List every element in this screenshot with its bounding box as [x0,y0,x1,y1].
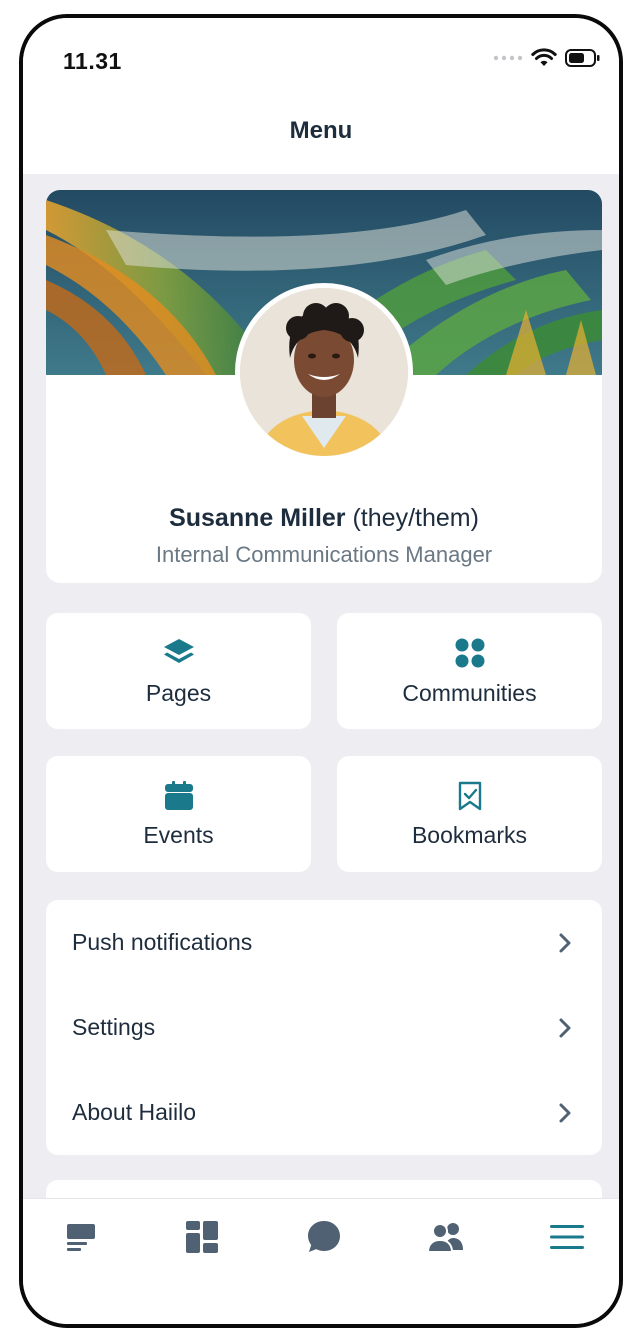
chevron-right-icon [559,933,571,952]
tile-events[interactable]: Events [46,756,311,872]
timeline-icon [67,1224,95,1251]
settings-list: Push notifications Settings About Haiilo [46,900,602,1155]
tab-chat[interactable] [294,1215,354,1259]
tile-pages-label: Pages [145,679,212,706]
battery-icon [565,49,600,67]
tile-communities[interactable]: Communities [337,613,602,729]
tile-pages[interactable]: Pages [46,613,311,729]
bottom-tab-bar [23,1198,619,1324]
chat-icon [308,1221,340,1252]
tile-bookmarks-label: Bookmarks [411,821,528,848]
avatar [235,283,413,461]
tile-communities-label: Communities [402,679,537,706]
profile-pronouns: (they/them) [352,504,479,532]
wifi-icon [531,48,557,66]
bookmark-check-icon [458,781,481,810]
menu-item-label: About Haiilo [72,1099,197,1125]
menu-item-label: Push notifications [72,929,253,955]
pages-grid-icon [186,1221,218,1253]
status-bar: 11.31 [23,18,619,108]
layers-icon [163,638,194,663]
colleagues-icon [427,1223,463,1253]
avatar-portrait [240,288,408,456]
profile-card[interactable]: Susanne Miller (they/them) Internal Comm… [46,190,602,583]
profile-name: Susanne Miller (they/them) [46,504,602,533]
tile-bookmarks[interactable]: Bookmarks [337,756,602,872]
tab-pages[interactable] [172,1215,232,1259]
menu-item-label: Settings [72,1014,156,1040]
tab-colleagues[interactable] [416,1215,476,1259]
page-title: Menu [289,117,353,144]
menu-content: Susanne Miller (they/them) Internal Comm… [23,174,619,1220]
status-time: 11.31 [63,48,122,74]
menu-icon [550,1225,584,1249]
calendar-icon [164,780,193,810]
profile-role: Internal Communications Manager [155,542,493,567]
status-icons [493,48,601,68]
tile-events-label: Events [143,821,214,848]
menu-item-settings[interactable]: Settings [46,985,602,1070]
chevron-right-icon [559,1103,571,1122]
phone-frame: 11.31 Menu Susanne Miller (they/them) In… [19,14,623,1328]
tab-timeline[interactable] [51,1215,111,1259]
tab-menu[interactable] [537,1215,597,1259]
menu-item-push-notifications[interactable]: Push notifications [46,900,602,985]
chevron-right-icon [559,1018,571,1037]
signal-dots-icon [493,55,523,61]
menu-item-about[interactable]: About Haiilo [46,1070,602,1155]
profile-name-text: Susanne Miller [169,504,346,532]
top-header: Menu [23,108,619,174]
communities-icon [455,638,484,667]
